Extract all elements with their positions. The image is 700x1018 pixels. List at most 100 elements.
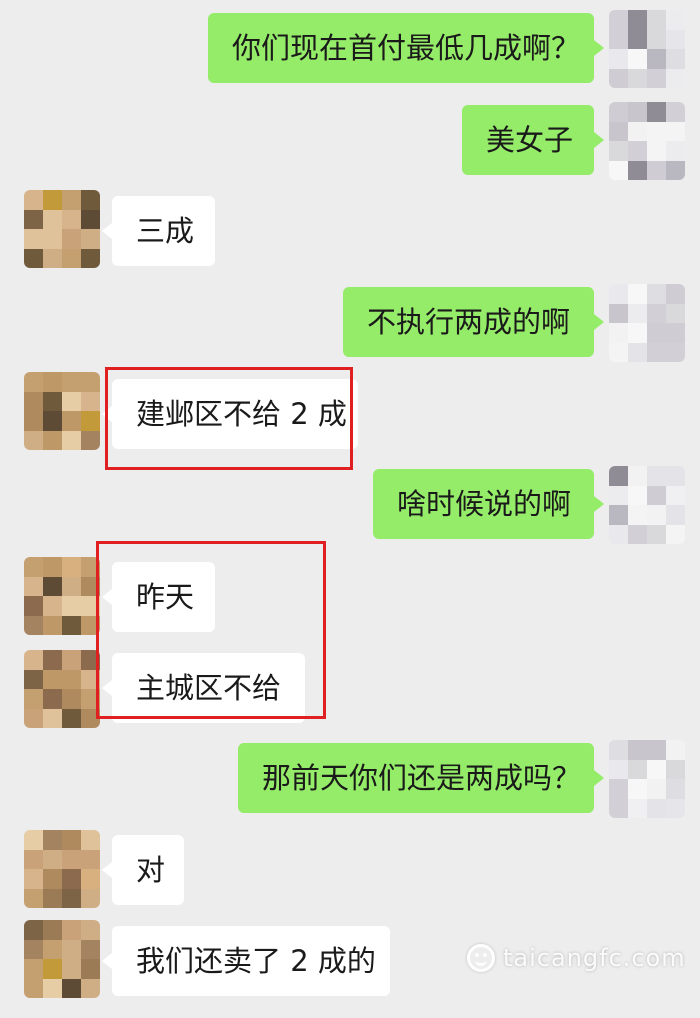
avatar-mosaic-tile: [666, 798, 685, 818]
avatar-mosaic-tile: [24, 229, 43, 249]
avatar-mosaic-tile: [609, 141, 628, 161]
avatar-mosaic-tile: [81, 391, 100, 411]
avatar-mosaic-tile: [81, 229, 100, 249]
avatar-mosaic-tile: [62, 248, 81, 268]
my-avatar[interactable]: [609, 284, 685, 362]
avatar-mosaic-tile: [609, 102, 628, 122]
message-bubble-incoming[interactable]: 三成: [102, 196, 215, 266]
avatar-mosaic-tile: [24, 869, 43, 889]
watermark-text: taicangfc.com: [503, 944, 686, 972]
avatar-mosaic-tile: [24, 939, 43, 959]
avatar-mosaic-tile: [62, 920, 81, 940]
my-avatar[interactable]: [609, 466, 685, 544]
avatar-mosaic-tile: [81, 430, 100, 450]
avatar-mosaic-tile: [666, 160, 685, 180]
avatar-mosaic-tile: [24, 888, 43, 908]
avatar-mosaic-tile: [647, 505, 666, 525]
avatar-mosaic-tile: [628, 121, 647, 141]
avatar-mosaic-tile: [62, 372, 81, 392]
avatar-mosaic-tile: [43, 209, 62, 229]
avatar-mosaic-tile: [628, 342, 647, 362]
avatar-mosaic-tile: [628, 779, 647, 799]
smiley-logo-icon: [467, 944, 495, 972]
avatar-mosaic-tile: [628, 141, 647, 161]
avatar-mosaic-tile: [43, 849, 62, 869]
avatar-mosaic-tile: [666, 485, 685, 505]
message-bubble-incoming[interactable]: 对: [102, 835, 184, 905]
avatar-mosaic-tile: [609, 284, 628, 304]
avatar-mosaic-tile: [62, 576, 81, 596]
avatar-mosaic-tile: [666, 466, 685, 486]
avatar-mosaic-tile: [609, 29, 628, 49]
avatar-mosaic-tile: [628, 68, 647, 88]
avatar-mosaic-tile: [62, 430, 81, 450]
avatar-mosaic-tile: [647, 49, 666, 69]
avatar-mosaic-tile: [81, 920, 100, 940]
my-avatar[interactable]: [609, 740, 685, 818]
contact-avatar[interactable]: [24, 920, 100, 998]
message-bubble-outgoing[interactable]: 啥时候说的啊: [373, 469, 604, 539]
my-avatar[interactable]: [609, 10, 685, 88]
avatar-mosaic-tile: [628, 524, 647, 544]
avatar-mosaic-tile: [609, 505, 628, 525]
avatar-mosaic-tile: [43, 596, 62, 616]
avatar-mosaic-tile: [62, 830, 81, 850]
avatar-mosaic-tile: [666, 323, 685, 343]
avatar-mosaic-tile: [609, 779, 628, 799]
avatar-mosaic-tile: [24, 391, 43, 411]
avatar-mosaic-tile: [43, 689, 62, 709]
avatar-mosaic-tile: [62, 190, 81, 210]
message-bubble-outgoing[interactable]: 不执行两成的啊: [343, 287, 604, 357]
avatar-mosaic-tile: [43, 959, 62, 979]
highlight-box: [96, 541, 326, 719]
avatar-mosaic-tile: [609, 798, 628, 818]
avatar-mosaic-tile: [43, 615, 62, 635]
avatar-mosaic-tile: [24, 849, 43, 869]
my-avatar[interactable]: [609, 102, 685, 180]
highlight-box: [105, 367, 353, 470]
avatar-mosaic-tile: [628, 303, 647, 323]
contact-avatar[interactable]: [24, 830, 100, 908]
avatar-mosaic-tile: [647, 29, 666, 49]
avatar-mosaic-tile: [666, 29, 685, 49]
avatar-mosaic-tile: [24, 669, 43, 689]
contact-avatar[interactable]: [24, 557, 100, 635]
message-bubble-outgoing[interactable]: 美女子: [462, 105, 604, 175]
message-bubble-incoming[interactable]: 我们还卖了 2 成的: [102, 926, 390, 996]
watermark: taicangfc.com: [467, 944, 686, 972]
avatar-mosaic-tile: [24, 557, 43, 577]
avatar-mosaic-tile: [43, 978, 62, 998]
avatar-mosaic-tile: [24, 430, 43, 450]
avatar-mosaic-tile: [81, 978, 100, 998]
message-bubble-outgoing[interactable]: 那前天你们还是两成吗？: [238, 743, 604, 813]
avatar-mosaic-tile: [43, 708, 62, 728]
avatar-mosaic-tile: [43, 190, 62, 210]
avatar-mosaic-tile: [628, 505, 647, 525]
contact-avatar[interactable]: [24, 190, 100, 268]
avatar-mosaic-tile: [647, 466, 666, 486]
message-text: 美女子: [486, 123, 574, 157]
avatar-mosaic-tile: [609, 121, 628, 141]
avatar-mosaic-tile: [609, 342, 628, 362]
avatar-mosaic-tile: [628, 284, 647, 304]
avatar-mosaic-tile: [62, 411, 81, 431]
avatar-mosaic-tile: [609, 10, 628, 30]
avatar-mosaic-tile: [609, 303, 628, 323]
avatar-mosaic-tile: [647, 740, 666, 760]
avatar-mosaic-tile: [43, 576, 62, 596]
contact-avatar[interactable]: [24, 372, 100, 450]
message-bubble-outgoing[interactable]: 你们现在首付最低几成啊？: [208, 13, 604, 83]
avatar-mosaic-tile: [24, 689, 43, 709]
avatar-mosaic-tile: [628, 160, 647, 180]
message-text: 三成: [136, 214, 195, 248]
avatar-mosaic-tile: [62, 849, 81, 869]
avatar-mosaic-tile: [647, 10, 666, 30]
avatar-mosaic-tile: [647, 798, 666, 818]
contact-avatar[interactable]: [24, 650, 100, 728]
avatar-mosaic-tile: [62, 209, 81, 229]
avatar-mosaic-tile: [62, 939, 81, 959]
message-text: 啥时候说的啊: [397, 487, 572, 521]
avatar-mosaic-tile: [666, 121, 685, 141]
avatar-mosaic-tile: [24, 830, 43, 850]
avatar-mosaic-tile: [62, 708, 81, 728]
